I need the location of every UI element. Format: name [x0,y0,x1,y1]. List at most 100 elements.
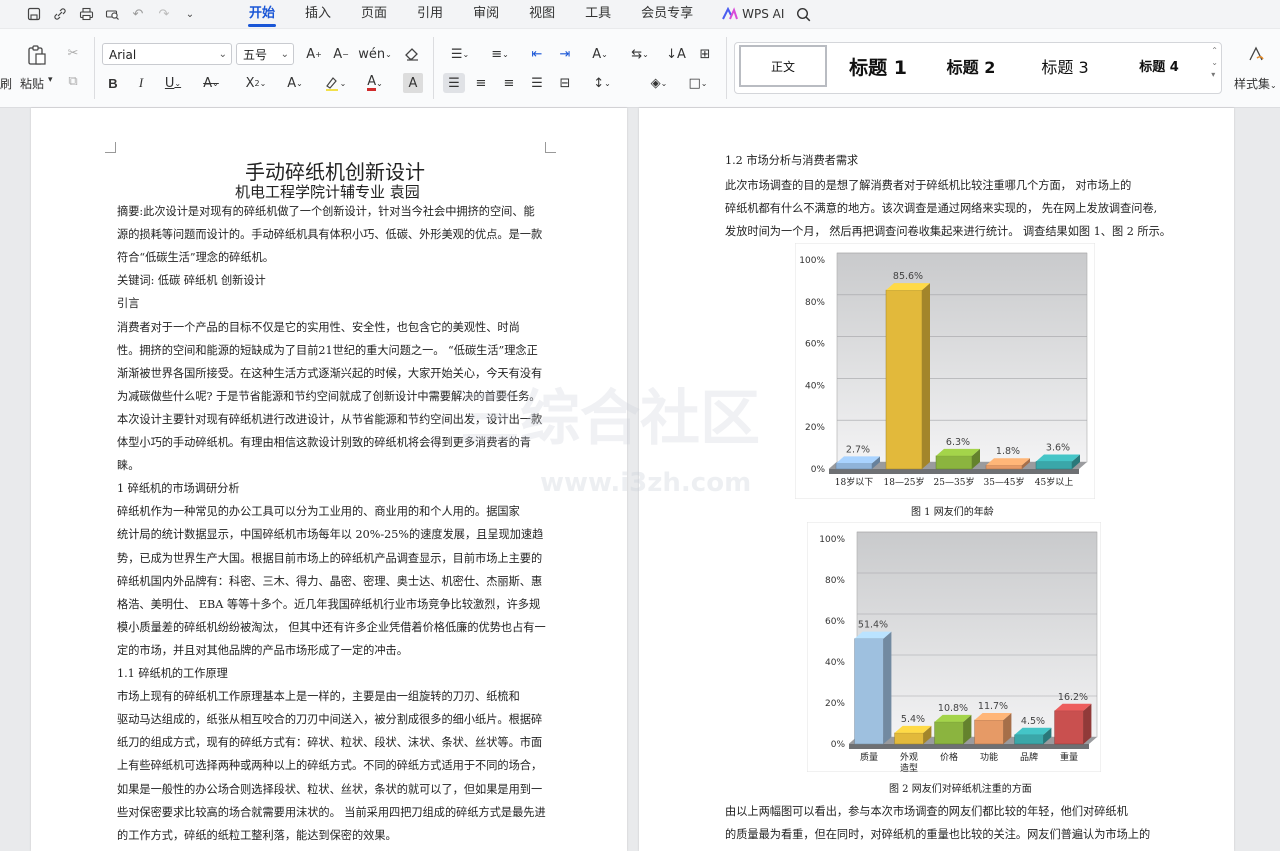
tab-home[interactable]: 开始 [234,0,290,28]
tab-membership[interactable]: 会员专享 [626,0,708,28]
text-line: 1 碎纸机的市场调研分析 [117,482,240,496]
chevron-down-icon: ⌄ [218,49,227,60]
style-heading-1[interactable]: 标题 1 [835,47,921,89]
align-right-button[interactable]: ≡ [499,73,519,93]
format-painter-label[interactable]: 刷 [0,75,12,92]
font-size-select[interactable]: 五号 ⌄ [236,43,294,65]
paste-icon[interactable] [26,43,48,67]
print-icon[interactable] [78,6,94,22]
distribute-button[interactable]: ⊟ [555,73,575,93]
numbered-list-icon[interactable]: ≡ ⌄ [486,44,514,64]
bullet-list-icon[interactable]: ☰ ⌄ [446,44,474,64]
bar-front [1014,734,1044,745]
crop-mark [105,142,116,153]
bar [934,714,972,745]
chevron-down-icon[interactable]: ⌄ [182,6,198,22]
cut-icon[interactable]: ✂ [63,43,83,63]
bar-front [974,719,1004,745]
show-marks-icon[interactable]: ⊞ [695,44,715,64]
text-direction-icon[interactable]: ⇆ ⌄ [626,44,654,64]
change-case-icon[interactable]: A ⌄ [586,44,614,64]
x-tick-label-line: 价格 [940,751,958,763]
strikethrough-button[interactable]: A ⌄ [198,73,224,93]
font-color-button[interactable]: A ⌄ [362,73,388,93]
style-heading-4[interactable]: 标题 4 [1115,47,1203,89]
underline-button[interactable]: U ⌄ [160,73,186,93]
decrease-indent-icon[interactable]: ⇤ [527,44,547,64]
wps-ai-button[interactable]: WPS AI [722,7,784,21]
bar-front [934,721,964,745]
menu-bar: ↶ ↷ ⌄ 开始 插入 页面 引用 审阅 视图 工具 会员专享 WPS AI [0,0,1280,28]
tab-tools[interactable]: 工具 [570,0,626,28]
tab-page[interactable]: 页面 [346,0,402,28]
print-preview-icon[interactable] [104,6,120,22]
italic-button[interactable]: I [131,73,151,93]
style-heading-2[interactable]: 标题 2 [927,47,1015,89]
font-name-select[interactable]: Arial ⌄ [102,43,232,65]
style-set-icon[interactable] [1246,44,1266,64]
y-tick-label: 60% [825,617,845,627]
superscript-button[interactable]: X 2 ⌄ [243,73,269,93]
border-icon[interactable]: □ ⌄ [684,73,712,93]
x-tick-label-line: 35—45岁 [984,476,1025,488]
text-line: 睐。 [117,459,140,473]
bar-front [935,455,973,470]
quick-access-toolbar: ↶ ↷ ⌄ [26,6,198,22]
bar-front [894,732,924,745]
style-normal[interactable]: 正文 [739,45,827,87]
paste-button[interactable]: 粘贴 [20,75,44,92]
crop-mark [545,142,556,153]
link-icon[interactable] [52,6,68,22]
align-left-button[interactable]: ☰ [443,73,465,93]
sort-icon[interactable]: ↓A [666,44,686,64]
tab-review[interactable]: 审阅 [458,0,514,28]
tab-insert[interactable]: 插入 [290,0,346,28]
y-tick-label: 80% [825,576,845,586]
x-tick-label: 45岁以上 [1035,476,1073,488]
text-line: 源的损耗等问题而设计的。手动碎纸机具有体积小巧、低碳、外形美观的优点。是一款 [117,228,543,242]
group-separator [94,37,95,99]
clear-format-icon[interactable] [402,44,422,64]
char-shading-button[interactable]: A [403,73,423,93]
styles-scroll-arrows[interactable]: ⌃ ⌄ ▾ [1211,45,1218,81]
y-tick-label: 0% [811,465,826,475]
justify-button[interactable]: ☰ [527,73,547,93]
increase-indent-icon[interactable]: ⇥ [555,44,575,64]
x-tick-label-line: 造型 [900,762,918,772]
paste-dropdown-icon[interactable]: ▾ [48,75,53,85]
bar [985,458,1030,470]
save-icon[interactable] [26,6,42,22]
data-label: 11.7% [978,701,1008,712]
grow-font-icon[interactable]: A + [304,44,324,64]
wps-ai-label: WPS AI [742,7,785,21]
tab-references[interactable]: 引用 [402,0,458,28]
highlight-button[interactable]: ⌄ [322,73,348,93]
line-spacing-icon[interactable]: ↕ ⌄ [588,73,616,93]
shading-icon[interactable]: ◈ ⌄ [645,73,673,93]
watermark: 三综合社区 [460,384,760,454]
style-heading-3[interactable]: 标题 3 [1021,47,1109,89]
shrink-font-icon[interactable]: A − [331,44,351,64]
redo-icon[interactable]: ↷ [156,6,172,22]
text-line: 市场上现有的碎纸机工作原理基本上是一样的，主要是由一组旋转的刀刃、纸梳和 [117,690,520,704]
y-tick-label: 40% [825,658,845,668]
x-tick-label-line: 45岁以上 [1035,476,1073,488]
group-separator [433,37,434,99]
document-page-1[interactable]: 手动碎纸机创新设计 机电工程学院计辅专业 袁园 摘要:此次设计是对现有的碎纸机做… [31,108,627,851]
text-line: 碎纸机都有什么不满意的地方。该次调查是通过网络来实现的， 先在网上发放调查问卷, [725,202,1158,215]
style-set-button[interactable]: 样式集⌄ [1234,75,1277,92]
undo-icon[interactable]: ↶ [130,6,146,22]
x-tick-label: 35—45岁 [984,476,1025,488]
tab-view[interactable]: 视图 [514,0,570,28]
text-effect-button[interactable]: A ⌄ [282,73,308,93]
search-icon[interactable] [796,7,811,22]
x-tick-label-line: 功能 [980,751,998,763]
text-line: 摘要:此次设计是对现有的碎纸机做了一个创新设计，针对当今社会中拥挤的空间、能 [117,205,535,218]
copy-icon[interactable]: ⧉ [63,71,83,91]
align-center-button[interactable]: ≡ [471,73,491,93]
y-tick-label: 20% [825,699,845,709]
ribbon-tabs: 开始 插入 页面 引用 审阅 视图 工具 会员专享 [234,0,708,28]
styles-gallery: 正文 标题 1 标题 2 标题 3 标题 4 ⌃ ⌄ ▾ [734,42,1222,94]
phonetic-guide-icon[interactable]: wén ⌄ [358,44,392,64]
bold-button[interactable]: B [103,73,123,93]
